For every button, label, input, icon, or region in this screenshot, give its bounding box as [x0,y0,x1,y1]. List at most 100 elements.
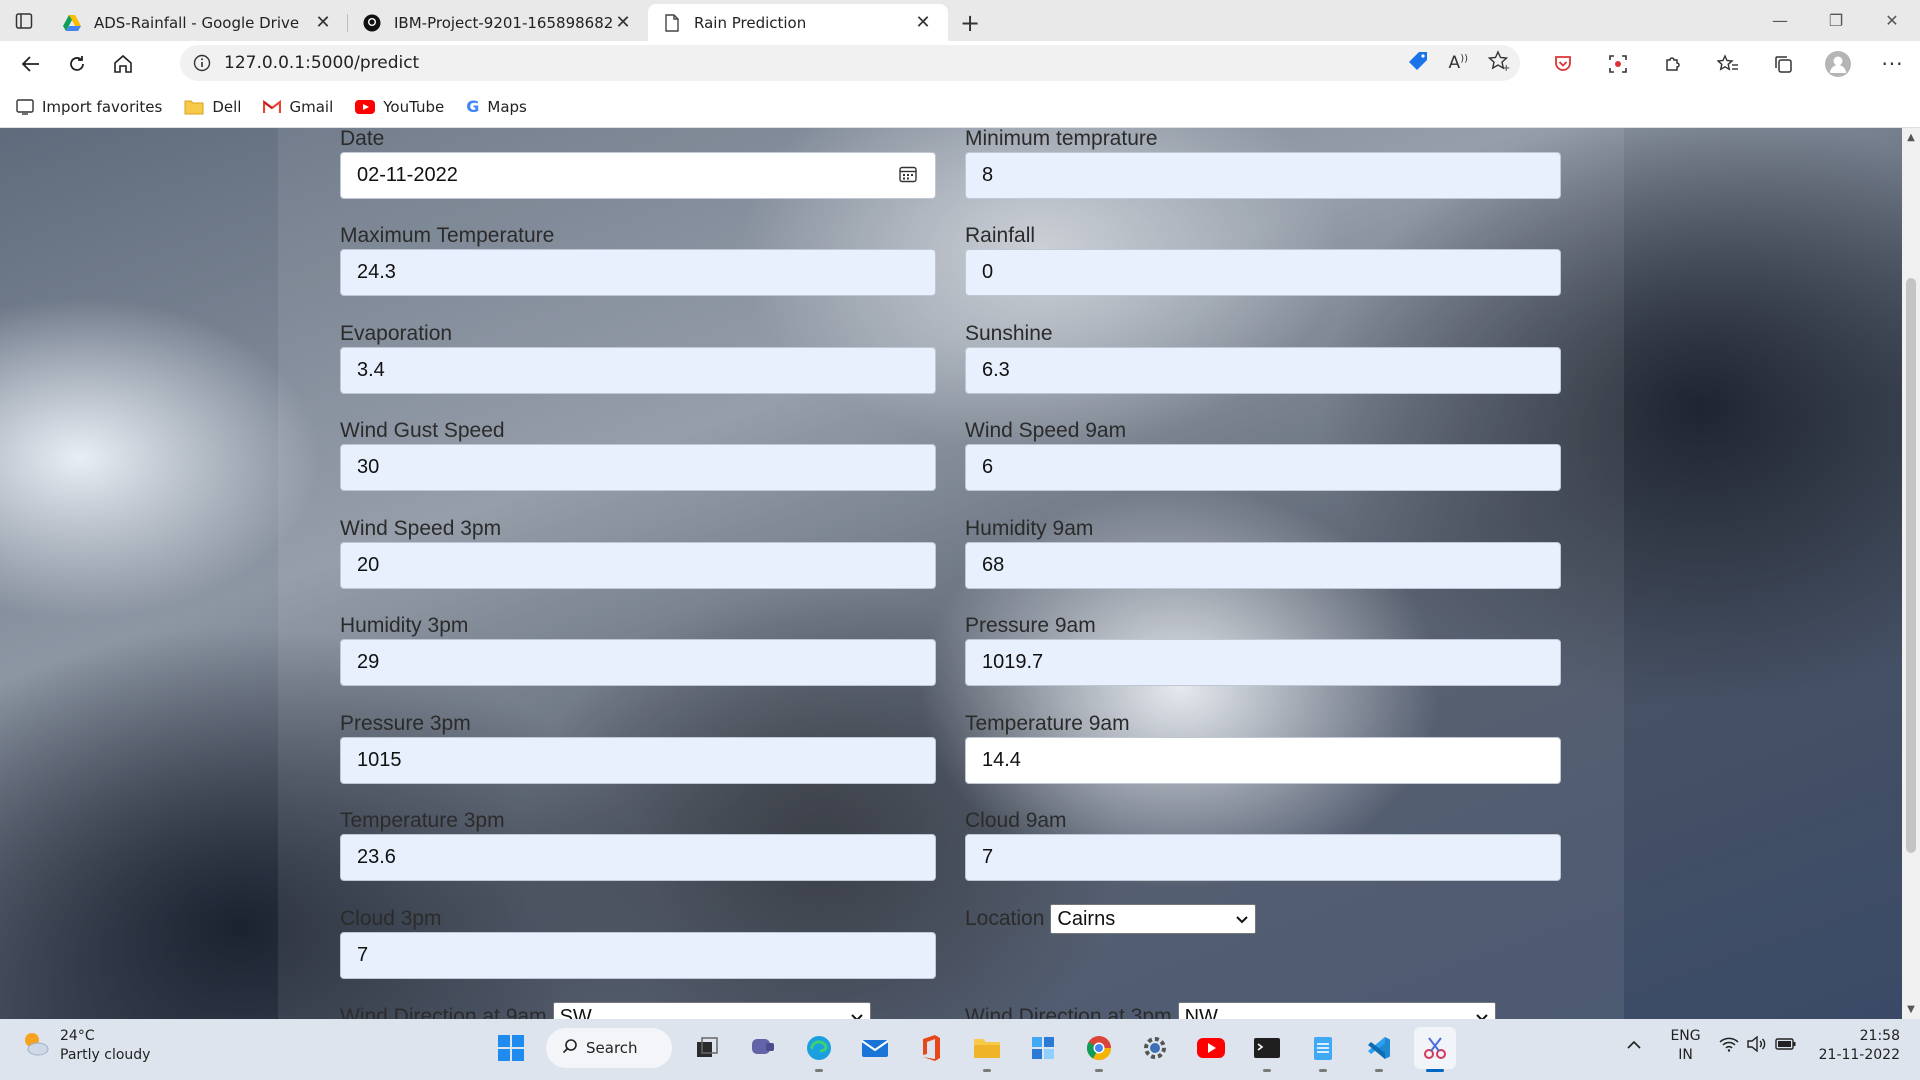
favorite-maps[interactable]: G Maps [466,97,527,116]
more-options-icon[interactable]: ··· [1865,52,1920,76]
chrome-icon[interactable] [1078,1027,1120,1072]
site-info-icon[interactable] [180,54,224,72]
chevron-up-icon[interactable] [1626,1038,1642,1054]
favorites-icon[interactable] [1700,53,1755,74]
weather-widget[interactable]: 24°C Partly cloudy [20,1027,150,1065]
tab-github[interactable]: IBM-Project-9201-1658986823/F ✕ [348,4,648,41]
taskbar-search[interactable]: Search [546,1028,672,1068]
file-explorer-icon[interactable] [966,1027,1008,1072]
rainfall-field: Rainfall 0 [965,223,1561,296]
min-temp-input[interactable]: 8 [965,152,1561,199]
youtube-app-icon[interactable] [1190,1027,1232,1069]
close-tab-icon[interactable]: ✕ [912,12,934,33]
close-tab-icon[interactable]: ✕ [612,12,634,33]
gmail-icon [263,99,282,114]
minimize-icon[interactable]: — [1752,0,1808,41]
humidity-3pm-field: Humidity 3pm 29 [340,613,936,686]
field-label: Location [965,907,1045,930]
favorite-import[interactable]: Import favorites [16,98,162,116]
field-value: 30 [357,456,380,478]
read-aloud-icon[interactable]: A)) [1449,53,1468,73]
field-value: 7 [982,846,994,868]
evaporation-input[interactable]: 3.4 [340,347,936,394]
mail-icon[interactable] [854,1027,896,1069]
temp-3pm-input[interactable]: 23.6 [340,834,936,881]
field-value: 24.3 [357,261,396,283]
field-label: Pressure 3pm [340,712,471,735]
notepad-icon[interactable] [1302,1027,1344,1072]
pocket-icon[interactable] [1535,54,1590,74]
evaporation-field: Evaporation 3.4 [340,321,936,394]
terminal-icon[interactable] [1246,1027,1288,1072]
pressure-9am-input[interactable]: 1019.7 [965,639,1561,686]
wind-speed-9am-input[interactable]: 6 [965,444,1561,491]
tab-actions-icon[interactable] [0,0,48,41]
search-label: Search [586,1039,638,1057]
profile-avatar-icon[interactable] [1810,50,1865,77]
scrollbar-thumb[interactable] [1906,278,1916,853]
calendar-icon[interactable] [899,165,917,189]
favorite-youtube[interactable]: YouTube [355,98,444,116]
date-input[interactable]: 02-11-2022 [340,152,936,199]
store-icon[interactable] [1022,1027,1064,1069]
teams-chat-icon[interactable] [742,1027,784,1069]
refresh-icon[interactable] [54,46,100,82]
chevron-down-icon [1235,908,1249,931]
scroll-up-icon[interactable]: ▲ [1902,132,1920,143]
wind-dir-9am-select[interactable]: SW [552,1002,871,1019]
running-indicator [1263,1069,1271,1072]
cloud-3pm-input[interactable]: 7 [340,932,936,979]
collections-icon[interactable] [1755,54,1810,74]
close-tab-icon[interactable]: ✕ [312,12,334,33]
screenshot-icon[interactable] [1590,54,1645,74]
wind-speed-3pm-input[interactable]: 20 [340,542,936,589]
tab-bar: ADS-Rainfall - Google Drive ✕ IBM-Projec… [0,0,1920,41]
back-icon[interactable] [8,46,54,82]
edge-icon[interactable] [798,1027,840,1072]
wifi-icon[interactable] [1719,1036,1739,1056]
favorite-gmail[interactable]: Gmail [263,98,333,116]
wind-dir-3pm-field: Wind Direction at 3pm NW [965,1002,1496,1019]
battery-icon[interactable] [1774,1037,1797,1055]
pressure-3pm-input[interactable]: 1015 [340,737,936,784]
close-window-icon[interactable]: ✕ [1864,0,1920,41]
humidity-9am-input[interactable]: 68 [965,542,1561,589]
wind-dir-3pm-select[interactable]: NW [1177,1002,1496,1019]
clock[interactable]: 21:58 21-11-2022 [1819,1027,1900,1065]
address-bar[interactable]: 127.0.0.1:5000/predict A)) + [180,45,1520,81]
field-label: Wind Direction at 9am [340,1005,547,1019]
weather-temp: 24°C [60,1028,95,1044]
vscode-icon[interactable] [1358,1027,1400,1072]
favorite-dell[interactable]: Dell [184,98,241,116]
sunshine-input[interactable]: 6.3 [965,347,1561,394]
scroll-down-icon[interactable]: ▼ [1902,1004,1920,1015]
new-tab-icon[interactable]: + [948,4,992,41]
volume-icon[interactable] [1746,1035,1767,1056]
extensions-icon[interactable] [1645,54,1700,74]
cloud-9am-input[interactable]: 7 [965,834,1561,881]
start-windows-icon[interactable] [490,1027,532,1069]
location-select[interactable]: Cairns [1050,904,1257,934]
sunshine-field: Sunshine 6.3 [965,321,1561,394]
max-temp-input[interactable]: 24.3 [340,249,936,296]
vertical-scrollbar[interactable]: ▲ ▼ [1902,128,1920,1019]
add-favorite-icon[interactable]: + [1487,50,1510,76]
min-temp-field: Minimum temprature 8 [965,128,1561,199]
settings-gear-icon[interactable] [1134,1027,1176,1069]
tab-rain-prediction[interactable]: Rain Prediction ✕ [648,4,948,41]
shopping-tag-icon[interactable] [1407,50,1429,76]
browser-toolbar: ··· [1535,41,1920,86]
temp-9am-input[interactable]: 14.4 [965,737,1561,784]
pressure-9am-field: Pressure 9am 1019.7 [965,613,1561,686]
language-indicator[interactable]: ENG IN [1670,1027,1700,1065]
tab-google-drive[interactable]: ADS-Rainfall - Google Drive ✕ [48,4,348,41]
humidity-3pm-input[interactable]: 29 [340,639,936,686]
wind-gust-speed-input[interactable]: 30 [340,444,936,491]
restore-icon[interactable]: ❐ [1808,0,1864,41]
home-icon[interactable] [100,46,146,82]
rainfall-input[interactable]: 0 [965,249,1561,296]
office-icon[interactable] [910,1027,952,1069]
task-view-icon[interactable] [686,1027,728,1069]
navigation-bar: 127.0.0.1:5000/predict A)) + ··· [0,41,1920,86]
snipping-tool-icon[interactable] [1414,1027,1456,1072]
